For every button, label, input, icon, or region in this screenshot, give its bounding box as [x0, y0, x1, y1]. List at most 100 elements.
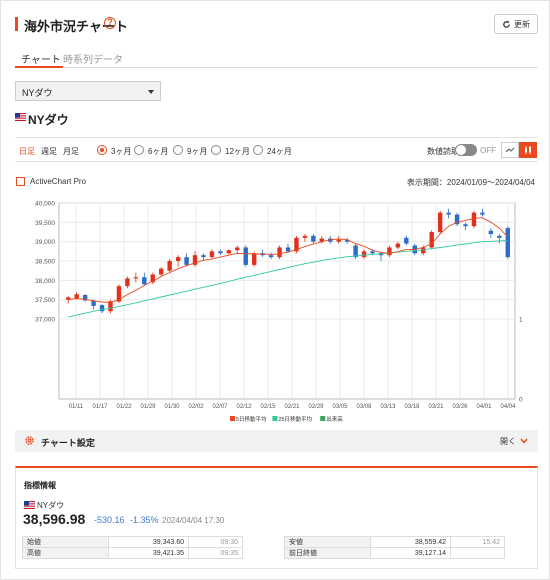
candle-body [361, 251, 367, 258]
candle-body [463, 224, 468, 227]
candle-body [302, 235, 308, 238]
line-chart-button[interactable] [501, 142, 519, 158]
candle-body [268, 255, 274, 258]
candle-body [311, 235, 316, 242]
market-chart-panel: 海外市況チャート ? 更新 チャート 時系列データ NYダウ NYダウ 日足 週… [0, 0, 550, 580]
open-label: 始値 [22, 536, 109, 548]
legend-swatch [230, 416, 235, 421]
candle-body [142, 277, 147, 285]
x-tick-label: 04/01 [476, 404, 492, 410]
refresh-button[interactable]: 更新 [494, 14, 538, 34]
legend-swatch [272, 416, 278, 421]
period-weekly[interactable]: 週足 [41, 146, 57, 157]
candle-body [437, 212, 443, 232]
question-circle-icon[interactable]: ? [104, 17, 116, 29]
open-settings-label[interactable]: 開く [500, 436, 516, 447]
index-heading: NYダウ [28, 113, 69, 127]
refresh-label: 更新 [514, 19, 530, 29]
current-price: 38,596.98 [23, 511, 86, 527]
candle-body [133, 277, 139, 279]
candle-body [175, 257, 181, 261]
gear-icon [25, 436, 34, 445]
index-select[interactable]: NYダウ [15, 81, 161, 101]
x-tick-label: 01/17 [92, 404, 108, 410]
y-tick-label: 39,000 [35, 239, 55, 246]
candle-body [243, 247, 248, 265]
range-radio-3m[interactable] [97, 145, 107, 155]
candle-body [370, 251, 375, 254]
candle-body [159, 268, 164, 275]
x-tick-label: 02/21 [284, 404, 300, 410]
info-index-name: NYダウ [37, 501, 65, 510]
candle-body [209, 251, 215, 258]
candle-body [201, 255, 206, 258]
x-tick-label: 01/11 [69, 404, 84, 410]
candle-body [395, 243, 401, 248]
candle-body [404, 237, 409, 244]
candle-body [218, 251, 223, 254]
us-flag-icon [15, 113, 26, 121]
price-change-pct: -1.35% [130, 515, 159, 525]
y-tick-label: 37,500 [35, 297, 55, 304]
candle-body [251, 253, 257, 265]
prev-close-value: 39,127.14 [370, 547, 451, 559]
table-row: 高値 39,421.35 09:35 [22, 547, 243, 559]
candle-body [429, 232, 434, 248]
chart-settings-label: チャート設定 [41, 438, 95, 448]
right-tick-label: 1 [519, 317, 523, 324]
period-monthly[interactable]: 月足 [63, 146, 79, 157]
external-link-icon[interactable] [16, 177, 25, 186]
period-daily[interactable]: 日足 [19, 146, 35, 157]
tab-timeseries[interactable]: 時系列データ [63, 51, 123, 66]
x-tick-label: 01/30 [164, 404, 180, 410]
chart-settings-bar[interactable]: チャート設定 開く [15, 430, 538, 452]
indicator-info: 指標情報 NYダウ 38,596.98 -530.16 -1.35% 2024/… [15, 466, 538, 569]
candle-body [167, 261, 172, 271]
chevron-down-icon [520, 438, 528, 444]
range-label-3m: 3ヶ月 [111, 147, 132, 156]
numeric-readout-toggle[interactable] [455, 144, 477, 156]
high-label: 高値 [22, 547, 109, 559]
range-radio-12m[interactable] [211, 145, 221, 155]
x-tick-label: 03/18 [404, 404, 420, 410]
legend-label: 出来高 [326, 415, 343, 423]
x-tick-label: 01/22 [116, 404, 132, 410]
candle-body [277, 247, 282, 258]
tab-chart[interactable]: チャート [21, 51, 61, 66]
prev-close-label: 前日終値 [284, 547, 371, 559]
candlestick-icon [525, 146, 531, 154]
line-chart-icon [505, 147, 515, 153]
range-radio-24m[interactable] [253, 145, 263, 155]
us-flag-icon [24, 501, 35, 509]
table-row: 安値 38,559.42 15:42 [284, 536, 505, 548]
candle-body [184, 257, 189, 265]
low-time: 15:42 [450, 536, 505, 548]
candlestick-button[interactable] [519, 142, 537, 158]
chevron-down-icon [148, 90, 154, 94]
price-change: -530.16 [94, 515, 125, 525]
y-tick-label: 38,000 [35, 278, 55, 285]
chart-controls: 日足 週足 月足 3ヶ月 6ヶ月 9ヶ月 12ヶ月 24ヶ月 数値読取 OFF [15, 137, 538, 162]
x-tick-label: 02/02 [188, 404, 204, 410]
active-tab-indicator [15, 66, 63, 68]
x-tick-label: 04/04 [500, 404, 516, 410]
range-label-24m: 24ヶ月 [267, 147, 292, 156]
candle-body [74, 294, 79, 299]
x-tick-label: 03/13 [380, 404, 396, 410]
display-period: 表示期間：2024/01/09〜2024/04/04 [406, 178, 535, 187]
range-radio-6m[interactable] [134, 145, 144, 155]
candle-body [488, 230, 494, 234]
right-tick-label: 0 [519, 397, 523, 404]
candle-body [471, 212, 477, 227]
quote-table-left: 始値 39,343.60 09:30 高値 39,421.35 09:35 [22, 536, 243, 559]
index-select-value: NYダウ [22, 88, 53, 98]
x-tick-label: 03/05 [332, 404, 348, 410]
y-tick-label: 39,500 [35, 220, 55, 227]
open-time: 09:30 [188, 536, 243, 548]
range-radio-9m[interactable] [173, 145, 183, 155]
candlestick-chart[interactable]: 40,000 39,500 39,000 38,500 38,000 37,500 37,0… [1, 191, 550, 426]
legend-label: 5日移動平均 [236, 415, 267, 423]
low-value: 38,559.42 [370, 536, 451, 548]
prev-close-time [450, 547, 505, 559]
activechart-link[interactable]: ActiveChart Pro [30, 177, 86, 186]
